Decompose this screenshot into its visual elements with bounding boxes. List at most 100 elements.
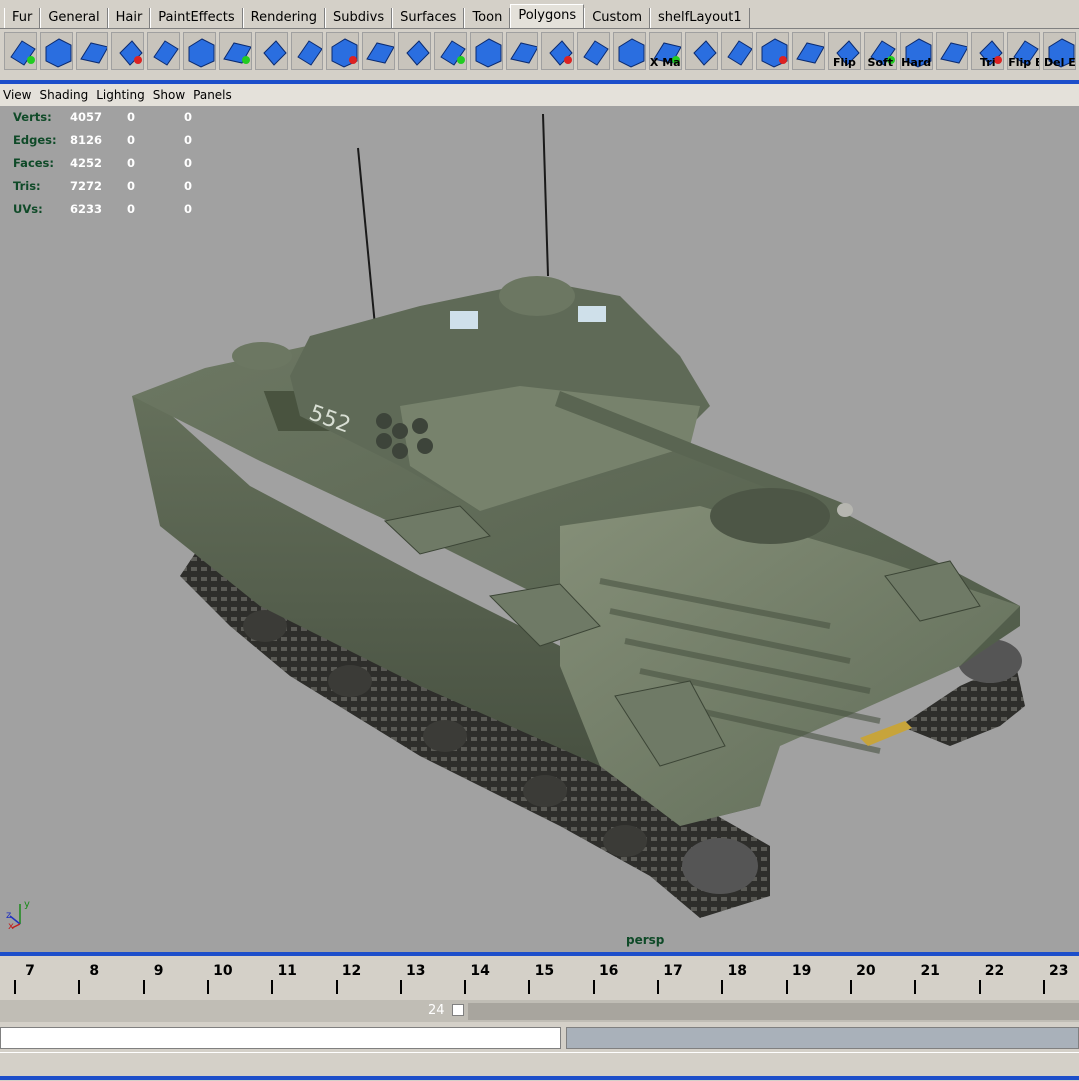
hud-row: Verts: 4057 0 0 [13,110,241,133]
hud-label: Faces: [13,156,55,170]
cube-poly-button[interactable] [39,32,73,70]
hud-uv: 0 [184,156,193,170]
frame-number: 23 [1049,963,1069,979]
shelf-tab-shelflayout1[interactable]: shelfLayout1 [650,8,750,28]
triangulate-button[interactable]: Tri [971,32,1005,70]
time-slider[interactable]: 7 8 9 10 11 12 13 14 15 16 17 18 19 20 21 22 23 [0,956,1079,998]
hud-uv: 0 [184,179,193,193]
shelf-tab-hair[interactable]: Hair [107,8,151,28]
shelf-tool-label: Soft [867,56,894,69]
soft-edge-button[interactable]: Soft [863,32,897,70]
sight-right [578,306,606,322]
hud-sel: 0 [127,110,136,124]
shelf-tab-surfaces[interactable]: Surfaces [392,8,465,28]
hud-label: Tris: [13,179,41,193]
shelf-tab-subdivs[interactable]: Subdivs [325,8,393,28]
frame-number: 10 [213,963,233,979]
hud-row: UVs: 6233 0 0 [13,202,241,225]
hud-row: Tris: 7272 0 0 [13,179,241,202]
duplicate-face-button[interactable] [254,32,288,70]
smooth-button[interactable] [541,32,575,70]
poke-face-button[interactable] [469,32,503,70]
camera-label: persp [626,933,665,947]
uv-editor-icon [796,42,825,64]
frame-tick [592,980,595,994]
sculpt-icon [583,40,609,66]
shelf-tab-custom[interactable]: Custom [584,8,650,28]
panel-menu-bar: View Shading Lighting Show Panels [0,84,1079,106]
panel-menu-lighting[interactable]: Lighting [93,88,150,102]
range-slider: 24 [0,1000,1079,1022]
cut-face-button[interactable] [111,32,145,70]
uv-editor-button[interactable] [792,32,826,70]
delete-edge-button[interactable]: Del E [1043,32,1076,70]
wedge-face-icon [366,42,395,64]
command-input[interactable] [0,1027,561,1049]
shelf-tab-toon[interactable]: Toon [464,8,511,28]
shelf-tool-label: Flip E [1008,56,1041,69]
shelf-tab-fur[interactable]: Fur [4,8,41,28]
collapse-icon [406,40,430,66]
panel-menu-shading[interactable]: Shading [36,88,93,102]
gun-muzzle [837,503,853,517]
hud-row: Edges: 8126 0 0 [13,133,241,156]
frame-number: 11 [277,963,297,979]
range-slider-track[interactable] [468,1003,1079,1020]
frame-tick [14,980,16,994]
viewport-persp[interactable]: 552 Verts: 4057 0 0 Edges: 8126 0 0 Faces: 4252 0 0… [0,106,1079,952]
hud-label: Verts: [13,110,52,124]
auto-map-button[interactable]: X Map [648,32,682,70]
collapse-button[interactable] [398,32,431,70]
frame-number: 14 [470,963,490,979]
panel-menu-view[interactable]: View [0,88,36,102]
subdivide-button[interactable] [433,32,467,70]
planar-map-button[interactable] [613,32,646,70]
command-line [0,1026,1079,1052]
frame-tick [978,980,981,994]
frame-tick [335,980,338,994]
hud-value: 8126 [70,133,103,147]
sculpt-button[interactable] [577,32,611,70]
torus-button[interactable] [935,32,969,70]
shelf-toolbar: X Map Flip Soft Hard Tri Flip EDel E [0,30,1079,74]
frame-tick [1042,980,1045,994]
plane-poly-button[interactable] [75,32,109,70]
hud-uv: 0 [184,133,193,147]
shelf-tab-polygons[interactable]: Polygons [510,4,585,28]
subdivide-icon [440,40,466,66]
spherical-map-button[interactable] [720,32,754,70]
range-toggle[interactable] [452,1004,464,1016]
panel-menu-show[interactable]: Show [150,88,190,102]
axis-x-label: x [8,921,14,930]
sphere-poly-button[interactable] [4,32,37,70]
flip-normals-button[interactable]: Flip [828,32,861,70]
hard-edge-button[interactable]: Hard [899,32,933,70]
extrude-edge-icon [188,38,215,68]
uv-snapshot-button[interactable] [756,32,790,70]
planar-map-icon [618,38,645,68]
append-poly-button[interactable] [505,32,539,70]
axis-gizmo: y z x [6,899,30,930]
panel-menu-panels[interactable]: Panels [190,88,237,102]
extrude-edge-button[interactable] [183,32,216,70]
command-result-field [566,1027,1079,1049]
range-end-frame[interactable]: 24 [428,1003,445,1018]
frame-tick [271,980,274,994]
frame-number: 17 [663,963,683,979]
frame-number: 18 [727,963,748,979]
wedge-face-button[interactable] [362,32,396,70]
antenna-left [357,147,377,337]
bevel-button[interactable] [218,32,252,70]
cylindrical-map-button[interactable] [684,32,718,70]
torus-icon [939,42,968,64]
shelf-tab-general[interactable]: General [40,8,108,28]
shelf-tab-rendering[interactable]: Rendering [242,8,326,28]
shelf-tab-painteffects[interactable]: PaintEffects [150,8,243,28]
split-poly-button[interactable] [290,32,324,70]
extrude-face-button[interactable] [147,32,181,70]
flip-edge-button[interactable]: Flip E [1007,32,1041,70]
frame-tick [399,980,402,994]
merge-vertex-button[interactable] [326,32,360,70]
shelf-tool-label: X Map [649,56,681,69]
frame-tick [464,980,467,994]
